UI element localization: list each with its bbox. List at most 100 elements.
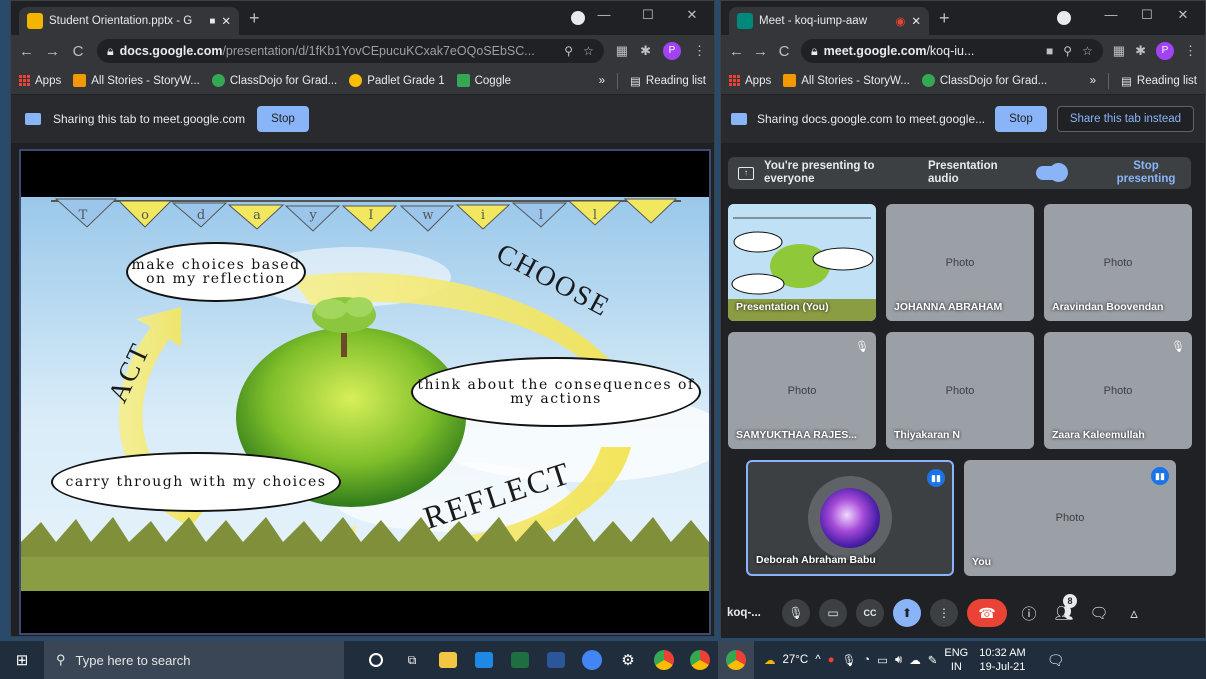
extension-icon[interactable]: ▦ xyxy=(616,43,628,59)
avatar[interactable]: P xyxy=(663,42,681,60)
reading-list[interactable]: ▤ Reading list xyxy=(630,74,706,88)
stop-sharing-button[interactable]: Stop xyxy=(257,106,309,132)
tray-chevron-icon[interactable]: ^ xyxy=(815,654,820,666)
participant-tile-aravindan[interactable]: Photo Aravindan Boovendan xyxy=(1044,204,1192,321)
bookmark-storyworks[interactable]: All Stories - StoryW... xyxy=(783,74,910,87)
people-button[interactable]: 👥︎ 8 xyxy=(1051,594,1077,622)
stop-sharing-button[interactable]: Stop xyxy=(995,106,1047,132)
bookmark-padlet[interactable]: Padlet Grade 1 xyxy=(349,74,445,87)
captions-button[interactable]: CC xyxy=(856,599,884,627)
reading-list[interactable]: ▤ Reading list xyxy=(1121,74,1197,88)
chrome-icon[interactable] xyxy=(682,641,718,679)
url-field[interactable]: 🔒︎ docs.google.com/presentation/d/1fKb1Y… xyxy=(97,39,604,63)
back-icon[interactable]: ← xyxy=(19,43,34,60)
minimize-icon[interactable]: — xyxy=(1093,1,1129,31)
star-icon[interactable]: ☆ xyxy=(1082,44,1093,58)
close-tab-icon[interactable]: ✕ xyxy=(221,14,231,28)
reload-icon[interactable]: C xyxy=(71,43,85,60)
presentation-audio-toggle[interactable] xyxy=(1036,163,1068,182)
mic-tray-icon[interactable]: 🎙︎ xyxy=(842,653,857,667)
settings-gear-icon[interactable]: ⚙ xyxy=(610,641,646,679)
microphone-button[interactable]: 🎙︎ xyxy=(782,599,810,627)
close-window-icon[interactable]: ✕ xyxy=(1165,1,1201,31)
excel-icon[interactable] xyxy=(502,641,538,679)
bookmark-apps[interactable]: Apps xyxy=(19,75,61,87)
puzzle-icon[interactable]: ✱ xyxy=(640,43,651,59)
avatar[interactable]: P xyxy=(1156,42,1174,60)
camera-button[interactable]: ▭ xyxy=(819,599,847,627)
cortana-icon[interactable] xyxy=(358,641,394,679)
weather-icon[interactable]: ☁ xyxy=(764,653,776,667)
clock[interactable]: 10:32 AM 19-Jul-21 xyxy=(979,646,1025,674)
extension-icon[interactable]: ▦ xyxy=(1113,43,1125,59)
bookmark-coggle[interactable]: Coggle xyxy=(456,74,511,87)
participant-tile-johanna[interactable]: Photo JOHANNA ABRAHAM xyxy=(886,204,1034,321)
chat-icon[interactable]: 🗨︎ xyxy=(1086,604,1112,622)
mail-icon[interactable] xyxy=(466,641,502,679)
meeting-code[interactable]: koq-... xyxy=(727,607,773,619)
zoom-icon[interactable]: ⚲ xyxy=(1063,44,1072,58)
chrome-profile-icon[interactable] xyxy=(646,641,682,679)
lock-icon: 🔒︎ xyxy=(107,43,114,58)
volume-icon[interactable]: 🔊︎ xyxy=(895,654,902,667)
menu-kebab-icon[interactable]: ⋮ xyxy=(1184,43,1197,59)
profile-dot-icon[interactable] xyxy=(1057,11,1071,25)
forward-icon[interactable]: → xyxy=(45,43,60,60)
onedrive-icon[interactable]: ☁ xyxy=(909,653,921,667)
tab-meet[interactable]: Meet - koq-iump-aaw ◉ ✕ xyxy=(729,7,929,35)
file-explorer-icon[interactable] xyxy=(430,641,466,679)
tab-strip: Meet - koq-iump-aaw ◉ ✕ + — ☐ ✕ xyxy=(721,1,1205,35)
language-indicator[interactable]: ENG IN xyxy=(944,646,968,674)
more-options-button[interactable]: ⋮ xyxy=(930,599,958,627)
windows-start-icon[interactable]: ⊞ xyxy=(0,651,44,669)
leave-call-button[interactable]: ☎︎ xyxy=(967,599,1007,627)
bookmark-classdojo[interactable]: ClassDojo for Grad... xyxy=(921,74,1047,87)
participant-tile-zaara[interactable]: Photo 🎙︎ Zaara Kaleemullah xyxy=(1044,332,1192,449)
bookmark-classdojo[interactable]: ClassDojo for Grad... xyxy=(211,74,337,87)
apps-grid-icon xyxy=(19,75,30,86)
wifi-icon[interactable]: ◔ xyxy=(863,654,870,666)
camera-icon[interactable]: ■ xyxy=(1046,44,1053,58)
activities-icon[interactable]: ▵ xyxy=(1121,604,1147,622)
present-button[interactable]: ⬆ xyxy=(893,599,921,627)
minimize-icon[interactable]: — xyxy=(582,1,626,31)
puzzle-icon[interactable]: ✱ xyxy=(1135,43,1146,59)
cortana-app-icon[interactable] xyxy=(574,641,610,679)
menu-kebab-icon[interactable]: ⋮ xyxy=(693,43,706,59)
battery-icon[interactable]: ▭ xyxy=(877,653,888,667)
bookmarks-more[interactable]: » xyxy=(599,75,605,87)
reload-icon[interactable]: C xyxy=(777,43,791,60)
back-icon[interactable]: ← xyxy=(729,43,744,60)
stop-presenting-button[interactable]: Stop presenting xyxy=(1111,160,1181,186)
participant-tile-samyukthaa[interactable]: Photo 🎙︎ SAMYUKTHAA RAJES... xyxy=(728,332,876,449)
participant-tile-you[interactable]: Photo ▮▮ You xyxy=(964,460,1176,576)
zoom-icon[interactable]: ⚲ xyxy=(564,44,573,58)
task-view-icon[interactable]: ⧉ xyxy=(394,641,430,679)
maximize-icon[interactable]: ☐ xyxy=(1129,1,1165,31)
participant-tile-thiyakaran[interactable]: Photo Thiyakaran N xyxy=(886,332,1034,449)
pen-icon[interactable]: ✎ xyxy=(928,653,938,667)
forward-icon[interactable]: → xyxy=(753,43,768,60)
new-tab-button[interactable]: + xyxy=(939,8,950,29)
star-icon[interactable]: ☆ xyxy=(583,44,594,58)
info-icon[interactable]: ⓘ xyxy=(1016,603,1042,624)
meet-stage: ↑ You're presenting to everyone Presenta… xyxy=(721,144,1205,638)
chrome-profile2-icon[interactable] xyxy=(718,641,754,679)
maximize-icon[interactable]: ☐ xyxy=(626,1,670,31)
notification-icon[interactable]: 🗨︎ xyxy=(1047,652,1065,669)
bookmark-apps[interactable]: Apps xyxy=(729,75,771,87)
tab-student-orientation[interactable]: Student Orientation.pptx - G ■ ✕ xyxy=(19,7,239,35)
weather-temp[interactable]: 27°C xyxy=(783,654,809,666)
new-tab-button[interactable]: + xyxy=(249,8,260,29)
participant-tile-deborah[interactable]: ▮▮ Deborah Abraham Babu xyxy=(746,460,954,576)
taskbar-search-box[interactable]: ⚲ Type here to search xyxy=(44,641,344,679)
close-window-icon[interactable]: ✕ xyxy=(670,1,714,31)
participant-tile-presentation[interactable]: Presentation (You) xyxy=(728,204,876,321)
url-field[interactable]: 🔒︎ meet.google.com/koq-iu... ■ ⚲ ☆ xyxy=(801,39,1103,63)
bookmark-storyworks[interactable]: All Stories - StoryW... xyxy=(73,74,200,87)
bookmarks-more[interactable]: » xyxy=(1090,75,1096,87)
close-tab-icon[interactable]: ✕ xyxy=(911,14,921,28)
record-icon[interactable]: ● xyxy=(828,654,835,666)
word-icon[interactable] xyxy=(538,641,574,679)
share-this-tab-instead-button[interactable]: Share this tab instead xyxy=(1056,106,1195,132)
